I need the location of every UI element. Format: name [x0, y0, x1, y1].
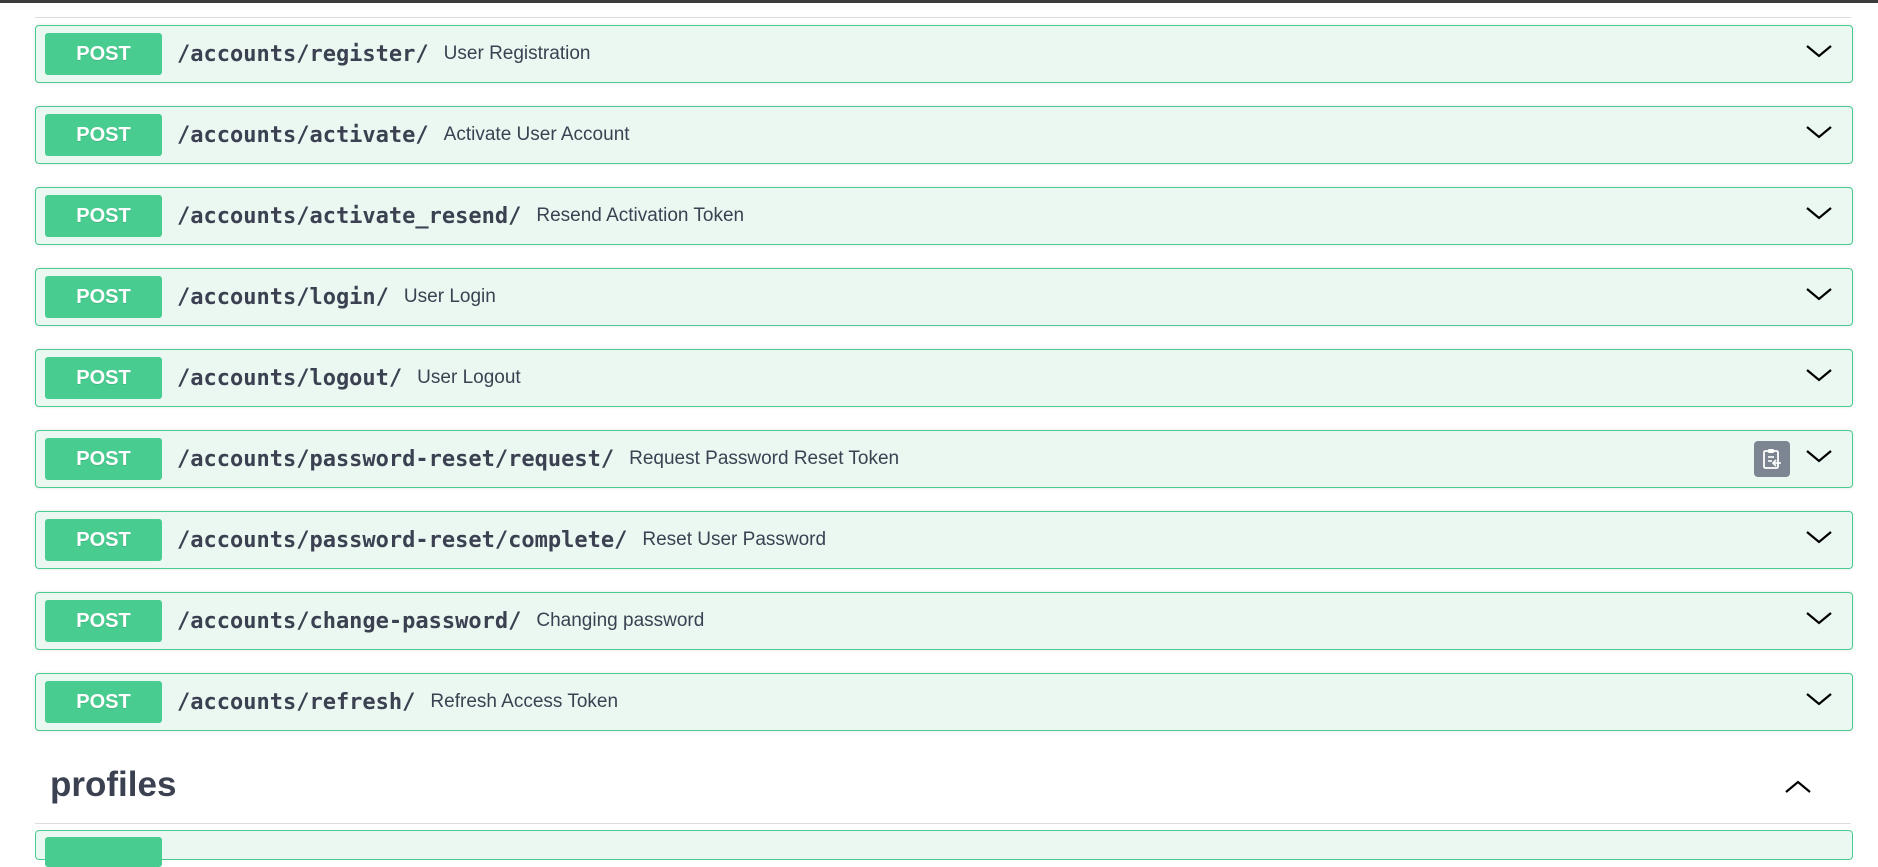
chevron-down-icon[interactable]: [1804, 122, 1834, 142]
clipboard-icon: [1763, 449, 1781, 469]
operations-list: POST /accounts/register/ User Registrati…: [35, 25, 1853, 754]
chevron-down-icon[interactable]: [1804, 689, 1834, 709]
chevron-up-icon[interactable]: [1783, 777, 1813, 797]
operation-summary: User Login: [403, 286, 496, 307]
operation-path: /accounts/register/: [177, 41, 429, 67]
top-strip: [0, 0, 1878, 3]
chevron-down-icon[interactable]: [1804, 365, 1834, 385]
operation-path: /accounts/change-password/: [177, 608, 522, 634]
operation-path: /accounts/login/: [177, 284, 389, 310]
operation-path: /accounts/logout/: [177, 365, 403, 391]
operation-partial[interactable]: [35, 830, 1853, 867]
operation-refresh[interactable]: POST /accounts/refresh/ Refresh Access T…: [35, 673, 1853, 731]
operation-summary: Refresh Access Token: [430, 691, 619, 712]
operation-path: /accounts/activate/: [177, 122, 429, 148]
method-badge: POST: [45, 195, 162, 237]
chevron-down-icon[interactable]: [1804, 446, 1834, 466]
operation-password-reset-complete[interactable]: POST /accounts/password-reset/complete/ …: [35, 511, 1853, 569]
section-title: profiles: [50, 765, 177, 804]
operation-logout[interactable]: POST /accounts/logout/ User Logout: [35, 349, 1853, 407]
operation-register[interactable]: POST /accounts/register/ User Registrati…: [35, 25, 1853, 83]
method-badge: POST: [45, 600, 162, 642]
method-badge: [45, 837, 162, 867]
operation-activate-resend[interactable]: POST /accounts/activate_resend/ Resend A…: [35, 187, 1853, 245]
chevron-down-icon[interactable]: [1804, 608, 1834, 628]
operation-summary: Resend Activation Token: [536, 205, 745, 226]
method-badge: POST: [45, 357, 162, 399]
operation-login[interactable]: POST /accounts/login/ User Login: [35, 268, 1853, 326]
method-badge: POST: [45, 114, 162, 156]
operation-change-password[interactable]: POST /accounts/change-password/ Changing…: [35, 592, 1853, 650]
method-badge: POST: [45, 33, 162, 75]
operation-summary: Request Password Reset Token: [629, 448, 900, 469]
operation-path: /accounts/password-reset/request/: [177, 446, 615, 472]
chevron-down-icon[interactable]: [1804, 284, 1834, 304]
copy-path-button[interactable]: [1754, 441, 1790, 477]
operation-path: /accounts/password-reset/complete/: [177, 527, 628, 553]
operation-path: /accounts/refresh/: [177, 689, 416, 715]
method-badge: POST: [45, 276, 162, 318]
chevron-down-icon[interactable]: [1804, 203, 1834, 223]
operation-summary: Activate User Account: [443, 124, 630, 145]
operation-summary: User Registration: [443, 43, 591, 64]
operation-summary: User Logout: [417, 367, 521, 388]
operation-summary: Changing password: [536, 610, 705, 631]
operation-path: /accounts/activate_resend/: [177, 203, 522, 229]
method-badge: POST: [45, 438, 162, 480]
operation-activate[interactable]: POST /accounts/activate/ Activate User A…: [35, 106, 1853, 164]
operation-password-reset-request[interactable]: POST /accounts/password-reset/request/ R…: [35, 430, 1853, 488]
section-header-profiles[interactable]: profiles: [35, 749, 1851, 824]
section-divider: [35, 17, 1851, 18]
chevron-down-icon[interactable]: [1804, 527, 1834, 547]
method-badge: POST: [45, 681, 162, 723]
operation-summary: Reset User Password: [642, 529, 827, 550]
chevron-down-icon[interactable]: [1804, 41, 1834, 61]
method-badge: POST: [45, 519, 162, 561]
